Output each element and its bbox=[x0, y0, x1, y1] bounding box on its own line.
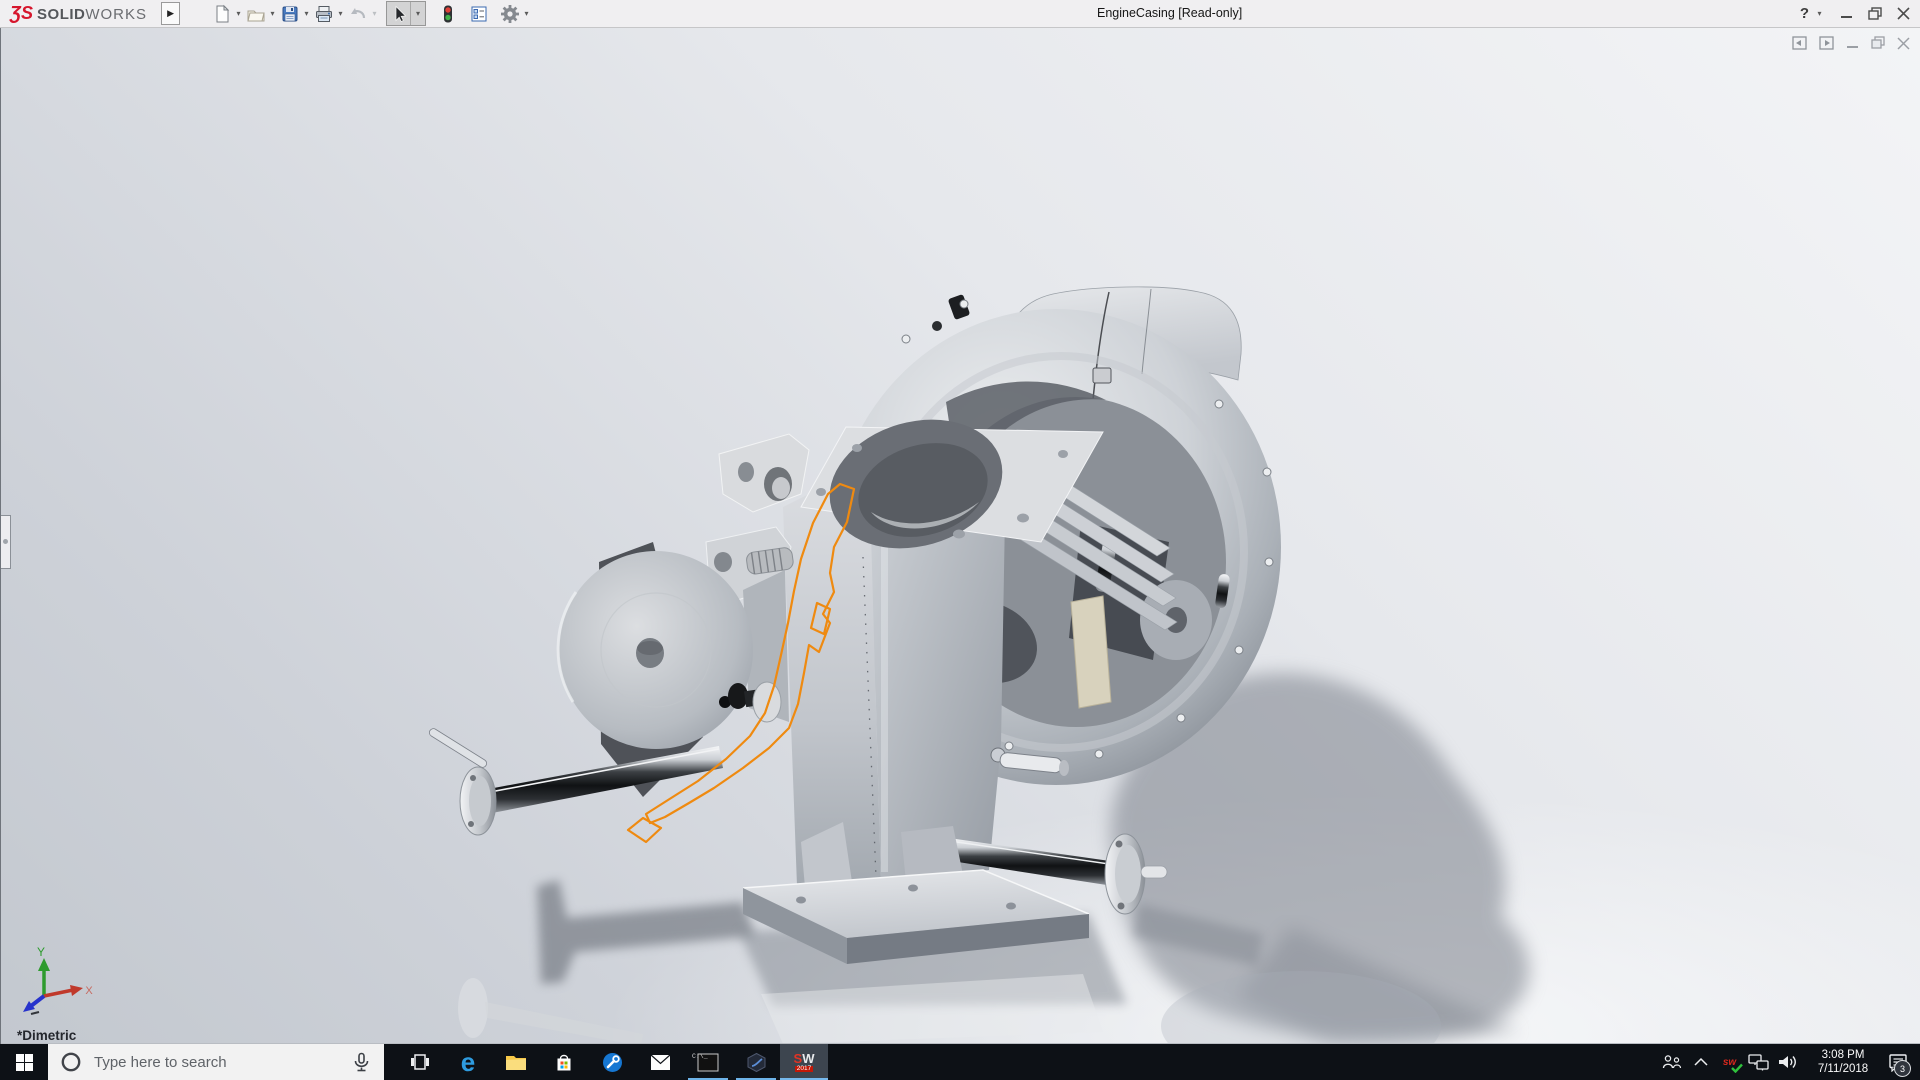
pane-left-icon[interactable] bbox=[1792, 36, 1807, 50]
taskbar-app-mail[interactable] bbox=[636, 1044, 684, 1080]
flyout-arrow-icon: ▶ bbox=[167, 8, 174, 19]
tray-solidworks-monitor[interactable]: sw bbox=[1715, 1044, 1744, 1080]
triad-x-label: X bbox=[85, 985, 93, 997]
feature-manager-collapsed-tab[interactable] bbox=[1, 515, 11, 569]
select-tool-group: ▾ bbox=[386, 1, 426, 26]
tray-date: 7/11/2018 bbox=[1806, 1062, 1880, 1076]
solidworks-logo: ƷS SOLID WORKS bbox=[10, 3, 147, 24]
notification-badge: 3 bbox=[1894, 1060, 1911, 1077]
edge-icon: e bbox=[461, 1049, 475, 1075]
print-button[interactable] bbox=[312, 2, 335, 25]
taskbar-app-store[interactable] bbox=[540, 1044, 588, 1080]
open-dropdown-caret[interactable]: ▾ bbox=[267, 9, 278, 18]
print-dropdown-caret[interactable]: ▾ bbox=[335, 9, 346, 18]
new-document-button[interactable] bbox=[210, 2, 233, 25]
task-view-icon bbox=[410, 1052, 430, 1072]
chevron-up-icon bbox=[1693, 1057, 1709, 1067]
solidworks-2017-icon: SW 2017 bbox=[794, 1052, 815, 1073]
network-icon bbox=[1748, 1053, 1769, 1071]
minimize-button[interactable] bbox=[1840, 7, 1853, 20]
save-floppy-icon bbox=[280, 4, 300, 24]
taskbar-app-dev-tool[interactable] bbox=[732, 1044, 780, 1080]
triad-y-label: Y bbox=[37, 945, 45, 959]
help-dropdown-caret[interactable]: ▾ bbox=[1814, 9, 1825, 18]
undo-button-disabled bbox=[346, 2, 369, 25]
file-properties-icon bbox=[469, 4, 489, 24]
tray-people-button[interactable] bbox=[1657, 1044, 1686, 1080]
tab-grip-dot bbox=[3, 539, 8, 544]
command-prompt-glyph: C:\_ bbox=[692, 1053, 708, 1060]
microphone-icon[interactable] bbox=[351, 1052, 372, 1073]
menu-flyout-button[interactable]: ▶ bbox=[161, 2, 180, 25]
print-icon bbox=[314, 4, 334, 24]
undo-dropdown-caret: ▾ bbox=[369, 9, 380, 18]
doc-close-button[interactable] bbox=[1897, 37, 1910, 50]
sw-icon-s: S bbox=[794, 1051, 803, 1066]
store-icon bbox=[554, 1052, 574, 1073]
tray-volume-button[interactable] bbox=[1773, 1044, 1802, 1080]
file-explorer-icon bbox=[505, 1052, 527, 1072]
cursor-arrow-icon bbox=[389, 4, 409, 24]
hexagon-tool-icon bbox=[746, 1052, 767, 1073]
tray-clock[interactable]: 3:08 PM 7/11/2018 bbox=[1806, 1048, 1880, 1076]
tray-chevron-button[interactable] bbox=[1686, 1044, 1715, 1080]
undo-icon bbox=[348, 4, 368, 24]
people-icon bbox=[1662, 1054, 1682, 1071]
title-bar: ƷS SOLID WORKS ▶ ▾ ▾ bbox=[0, 0, 1920, 28]
orientation-triad: Y X bbox=[7, 944, 99, 1020]
taskbar-app-edge[interactable]: e bbox=[444, 1044, 492, 1080]
logo-text-works: WORKS bbox=[85, 6, 147, 23]
taskbar-app-task-view[interactable] bbox=[396, 1044, 444, 1080]
speaker-icon bbox=[1777, 1053, 1798, 1071]
ds-logo-mark-icon: ƷS bbox=[10, 3, 33, 24]
taskbar-app-admin-console[interactable] bbox=[588, 1044, 636, 1080]
system-tray: sw 3:08 PM 7/11/2018 bbox=[1657, 1044, 1920, 1080]
taskbar-app-command-prompt[interactable]: C:\_ bbox=[684, 1044, 732, 1080]
close-button[interactable] bbox=[1897, 7, 1910, 20]
traffic-light-icon bbox=[438, 4, 458, 24]
restore-button[interactable] bbox=[1868, 7, 1882, 20]
taskbar-app-solidworks-active[interactable]: SW 2017 bbox=[780, 1044, 828, 1080]
save-button[interactable] bbox=[278, 2, 301, 25]
taskbar-search-box[interactable] bbox=[48, 1044, 384, 1080]
select-dropdown-caret[interactable]: ▾ bbox=[410, 2, 425, 25]
options-button[interactable] bbox=[498, 2, 521, 25]
open-folder-icon bbox=[246, 4, 266, 24]
document-window-controls bbox=[1792, 36, 1910, 50]
windows-taskbar: e C:\_ bbox=[0, 1044, 1920, 1080]
start-button[interactable] bbox=[0, 1044, 48, 1080]
open-button[interactable] bbox=[244, 2, 267, 25]
tray-time: 3:08 PM bbox=[1806, 1048, 1880, 1062]
mail-icon bbox=[650, 1054, 671, 1071]
select-tool-button-active[interactable] bbox=[387, 2, 410, 25]
doc-minimize-button[interactable] bbox=[1846, 36, 1859, 50]
engine-casing-3d-model[interactable] bbox=[1, 28, 1920, 1044]
window-controls: ? ▾ bbox=[1800, 0, 1910, 27]
tray-network-button[interactable] bbox=[1744, 1044, 1773, 1080]
doc-restore-button[interactable] bbox=[1871, 36, 1885, 50]
help-button[interactable]: ? bbox=[1800, 5, 1809, 22]
action-center-button[interactable]: 3 bbox=[1884, 1044, 1913, 1080]
rebuild-button[interactable] bbox=[436, 2, 459, 25]
cortana-icon bbox=[60, 1051, 82, 1073]
windows-logo-icon bbox=[16, 1054, 33, 1071]
wrench-circle-icon bbox=[602, 1052, 623, 1073]
save-dropdown-caret[interactable]: ▾ bbox=[301, 9, 312, 18]
gear-icon bbox=[500, 4, 520, 24]
taskbar-app-file-explorer[interactable] bbox=[492, 1044, 540, 1080]
search-input[interactable] bbox=[92, 1053, 341, 1072]
new-document-icon bbox=[212, 4, 232, 24]
graphics-viewport[interactable]: Y X *Dimetric bbox=[0, 28, 1920, 1044]
toolbar-group-new: ▾ ▾ ▾ bbox=[210, 2, 380, 25]
logo-text-solid: SOLID bbox=[37, 6, 85, 23]
green-check-icon bbox=[1731, 1063, 1743, 1073]
file-properties-button[interactable] bbox=[467, 2, 490, 25]
new-dropdown-caret[interactable]: ▾ bbox=[233, 9, 244, 18]
view-orientation-label: *Dimetric bbox=[17, 1028, 76, 1043]
pane-right-icon[interactable] bbox=[1819, 36, 1834, 50]
sw-icon-year: 2017 bbox=[795, 1066, 813, 1073]
sw-icon-w: W bbox=[802, 1051, 814, 1066]
window-title: EngineCasing [Read-only] bbox=[1097, 6, 1242, 20]
options-dropdown-caret[interactable]: ▾ bbox=[521, 9, 532, 18]
